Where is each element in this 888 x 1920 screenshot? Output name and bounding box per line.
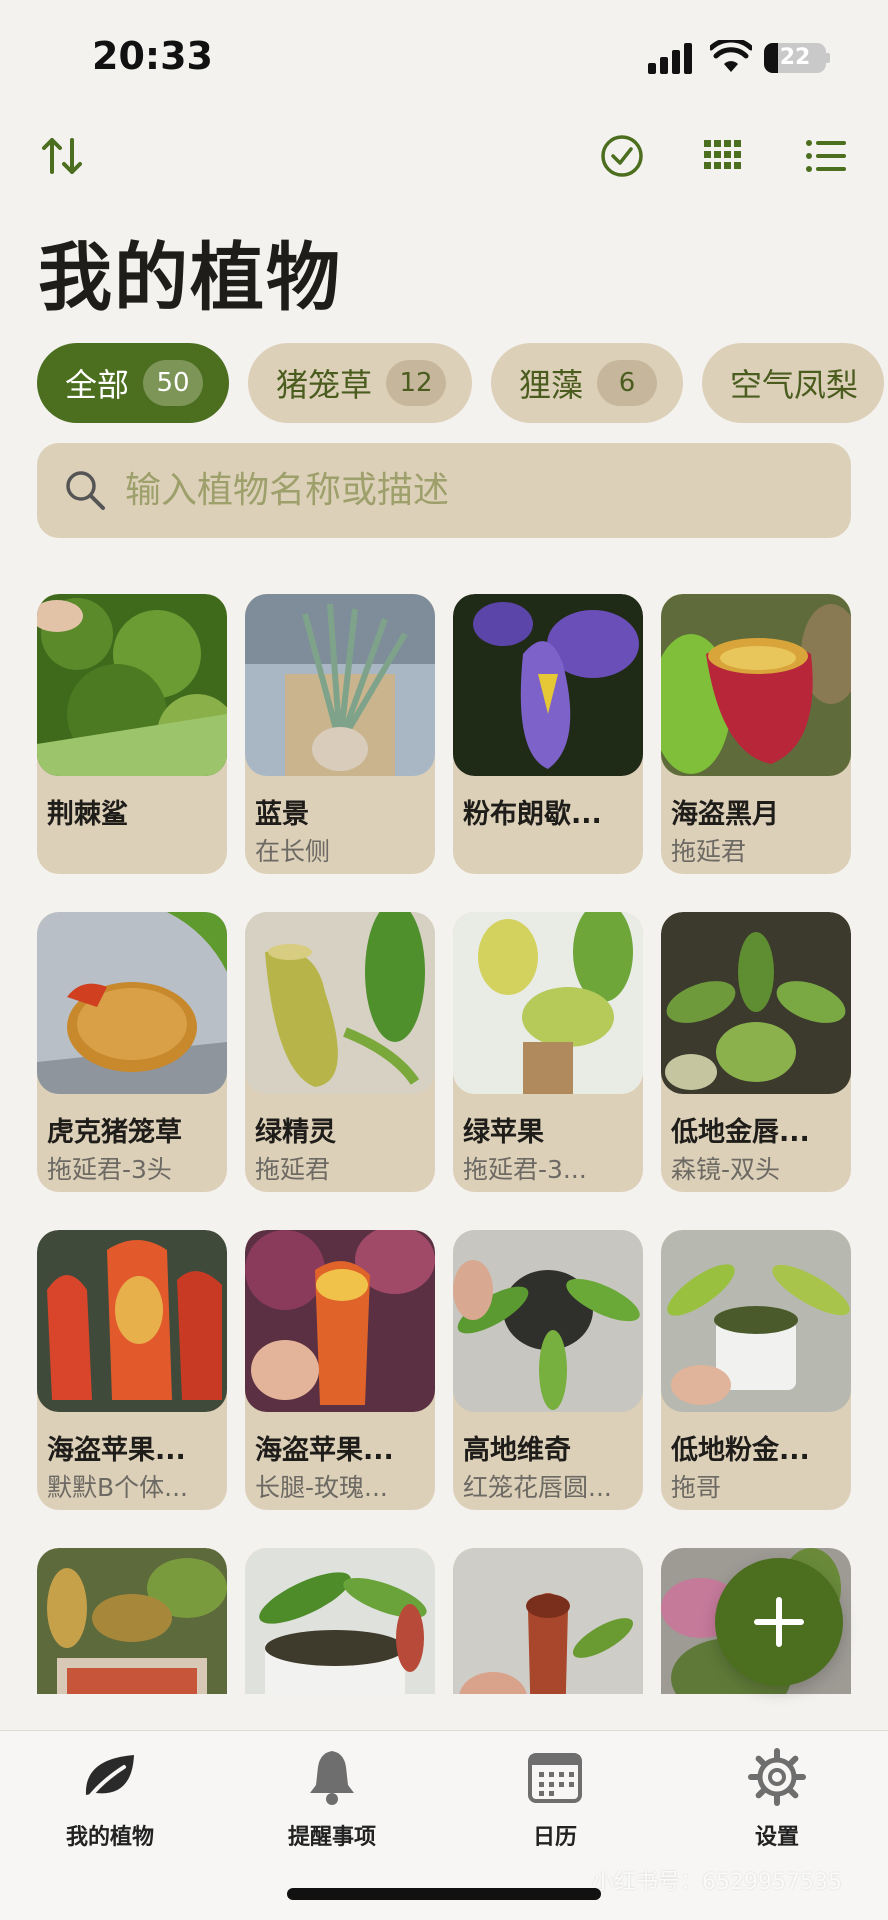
plant-description: 拖哥: [671, 1473, 722, 1502]
bell-icon: [310, 1751, 354, 1805]
plant-card[interactable]: 低地粉金... 拖哥: [661, 1230, 851, 1510]
plant-card[interactable]: 蓝景 在长侧: [245, 594, 435, 874]
wifi-icon: [710, 40, 752, 72]
gear-icon: [748, 1748, 806, 1806]
filter-chip-nepenthes[interactable]: 猪笼草 12: [248, 343, 473, 423]
plant-photo: [453, 1548, 643, 1694]
plant-photo: [453, 912, 643, 1094]
category-filter-bar: 全部 50 猪笼草 12 狸藻 6 空气凤梨: [37, 343, 888, 425]
select-check-icon[interactable]: [596, 130, 648, 182]
top-toolbar: [0, 130, 888, 186]
page-title: 我的植物: [38, 235, 342, 321]
tab-label: 提醒事项: [287, 1825, 376, 1850]
plant-card[interactable]: 绿苹果 拖延君-3...: [453, 912, 643, 1192]
plant-card[interactable]: [245, 1548, 435, 1694]
sort-icon[interactable]: [36, 130, 88, 182]
plant-description: 长腿-玫瑰...: [255, 1473, 388, 1502]
search-input[interactable]: [125, 443, 825, 538]
plant-photo: [245, 912, 435, 1094]
cellular-signal-icon: [648, 42, 692, 74]
tab-label: 我的植物: [65, 1825, 154, 1850]
plant-card[interactable]: 虎克猪笼草 拖延君-3头: [37, 912, 227, 1192]
plant-photo: [245, 594, 435, 776]
battery-level: 22: [779, 45, 811, 70]
plant-name: 蓝景: [255, 799, 309, 830]
tab-label: 设置: [754, 1825, 799, 1850]
tab-my-plants[interactable]: 我的植物: [35, 1747, 185, 1867]
status-time: 20:33: [92, 34, 213, 78]
plant-photo: [37, 594, 227, 776]
plant-name: 低地粉金...: [671, 1435, 810, 1466]
filter-chip-label: 狸藻: [519, 366, 584, 404]
plus-icon: [754, 1597, 804, 1647]
plant-name: 绿苹果: [463, 1117, 544, 1148]
plant-card[interactable]: 绿精灵 拖延君: [245, 912, 435, 1192]
plant-name: 海盗苹果...: [255, 1435, 394, 1466]
tab-settings[interactable]: 设置: [702, 1747, 852, 1867]
plant-photo: [245, 1230, 435, 1412]
plant-photo: [37, 1548, 227, 1694]
plant-name: 虎克猪笼草: [47, 1117, 182, 1148]
filter-chip-count: 6: [597, 360, 658, 406]
plant-name: 绿精灵: [255, 1117, 336, 1148]
plant-description: 森镜-双头: [671, 1155, 781, 1184]
plant-grid: 荆棘鲨 蓝景 在长侧 粉布朗歇... 海盗黑月 拖延君 虎克猪笼草 拖延君-3头…: [37, 594, 851, 1694]
plant-description: 拖延君: [255, 1155, 331, 1184]
calendar-icon: [528, 1753, 582, 1803]
list-view-icon[interactable]: [800, 130, 852, 182]
filter-chip-all[interactable]: 全部 50: [37, 343, 230, 423]
tab-calendar[interactable]: 日历: [480, 1747, 630, 1867]
plant-card[interactable]: 荆棘鲨: [37, 594, 227, 874]
plant-description: 默默B个体...: [47, 1473, 188, 1502]
filter-chip-utricularia[interactable]: 狸藻 6: [491, 343, 684, 423]
plant-description: 在长侧: [255, 837, 331, 866]
plant-name: 低地金唇...: [671, 1117, 810, 1148]
plant-card[interactable]: 海盗苹果... 长腿-玫瑰...: [245, 1230, 435, 1510]
tab-label: 日历: [532, 1825, 577, 1850]
filter-chip-label: 空气凤梨: [730, 366, 859, 404]
grid-view-icon[interactable]: [698, 130, 750, 182]
plant-photo: [37, 912, 227, 1094]
plant-name: 海盗黑月: [671, 799, 779, 830]
plant-photo: [453, 594, 643, 776]
leaf-icon: [85, 1755, 134, 1801]
plant-name: 荆棘鲨: [47, 799, 128, 830]
plant-photo: [453, 1230, 643, 1412]
search-bar[interactable]: [37, 443, 851, 538]
plant-name: 海盗苹果...: [47, 1435, 186, 1466]
home-indicator: [287, 1888, 601, 1900]
plant-card[interactable]: 高地维奇 红笼花唇圆...: [453, 1230, 643, 1510]
plant-description: 拖延君-3头: [47, 1155, 172, 1184]
plant-photo: [661, 1230, 851, 1412]
plant-name: 高地维奇: [463, 1435, 571, 1466]
plant-description: 拖延君-3...: [463, 1155, 587, 1184]
plant-photo: [37, 1230, 227, 1412]
filter-chip-count: 50: [143, 360, 204, 406]
plant-card[interactable]: [37, 1548, 227, 1694]
plant-card[interactable]: 海盗黑月 拖延君: [661, 594, 851, 874]
filter-chip-label: 全部: [65, 366, 130, 404]
battery-tip: [826, 53, 830, 63]
filter-chip-count: 12: [386, 360, 447, 406]
watermark-text: 小红书号：6529957535: [592, 1870, 842, 1895]
plant-card[interactable]: 海盗苹果... 默默B个体...: [37, 1230, 227, 1510]
plant-description: 拖延君: [671, 837, 747, 866]
filter-chip-label: 猪笼草: [276, 366, 373, 404]
plant-photo: [661, 594, 851, 776]
plant-photo: [661, 912, 851, 1094]
plant-card[interactable]: [453, 1548, 643, 1694]
tab-reminders[interactable]: 提醒事项: [257, 1747, 407, 1867]
status-bar: 20:33 22: [0, 0, 888, 110]
battery-icon: 22: [764, 43, 826, 73]
plant-photo: [245, 1548, 435, 1694]
filter-chip-tillandsia[interactable]: 空气凤梨: [702, 343, 885, 423]
search-icon: [66, 471, 105, 510]
plant-card[interactable]: 粉布朗歇...: [453, 594, 643, 874]
plant-description: 红笼花唇圆...: [463, 1473, 612, 1502]
add-plant-button[interactable]: [715, 1558, 843, 1686]
plant-card[interactable]: 低地金唇... 森镜-双头: [661, 912, 851, 1192]
plant-name: 粉布朗歇...: [463, 799, 602, 830]
